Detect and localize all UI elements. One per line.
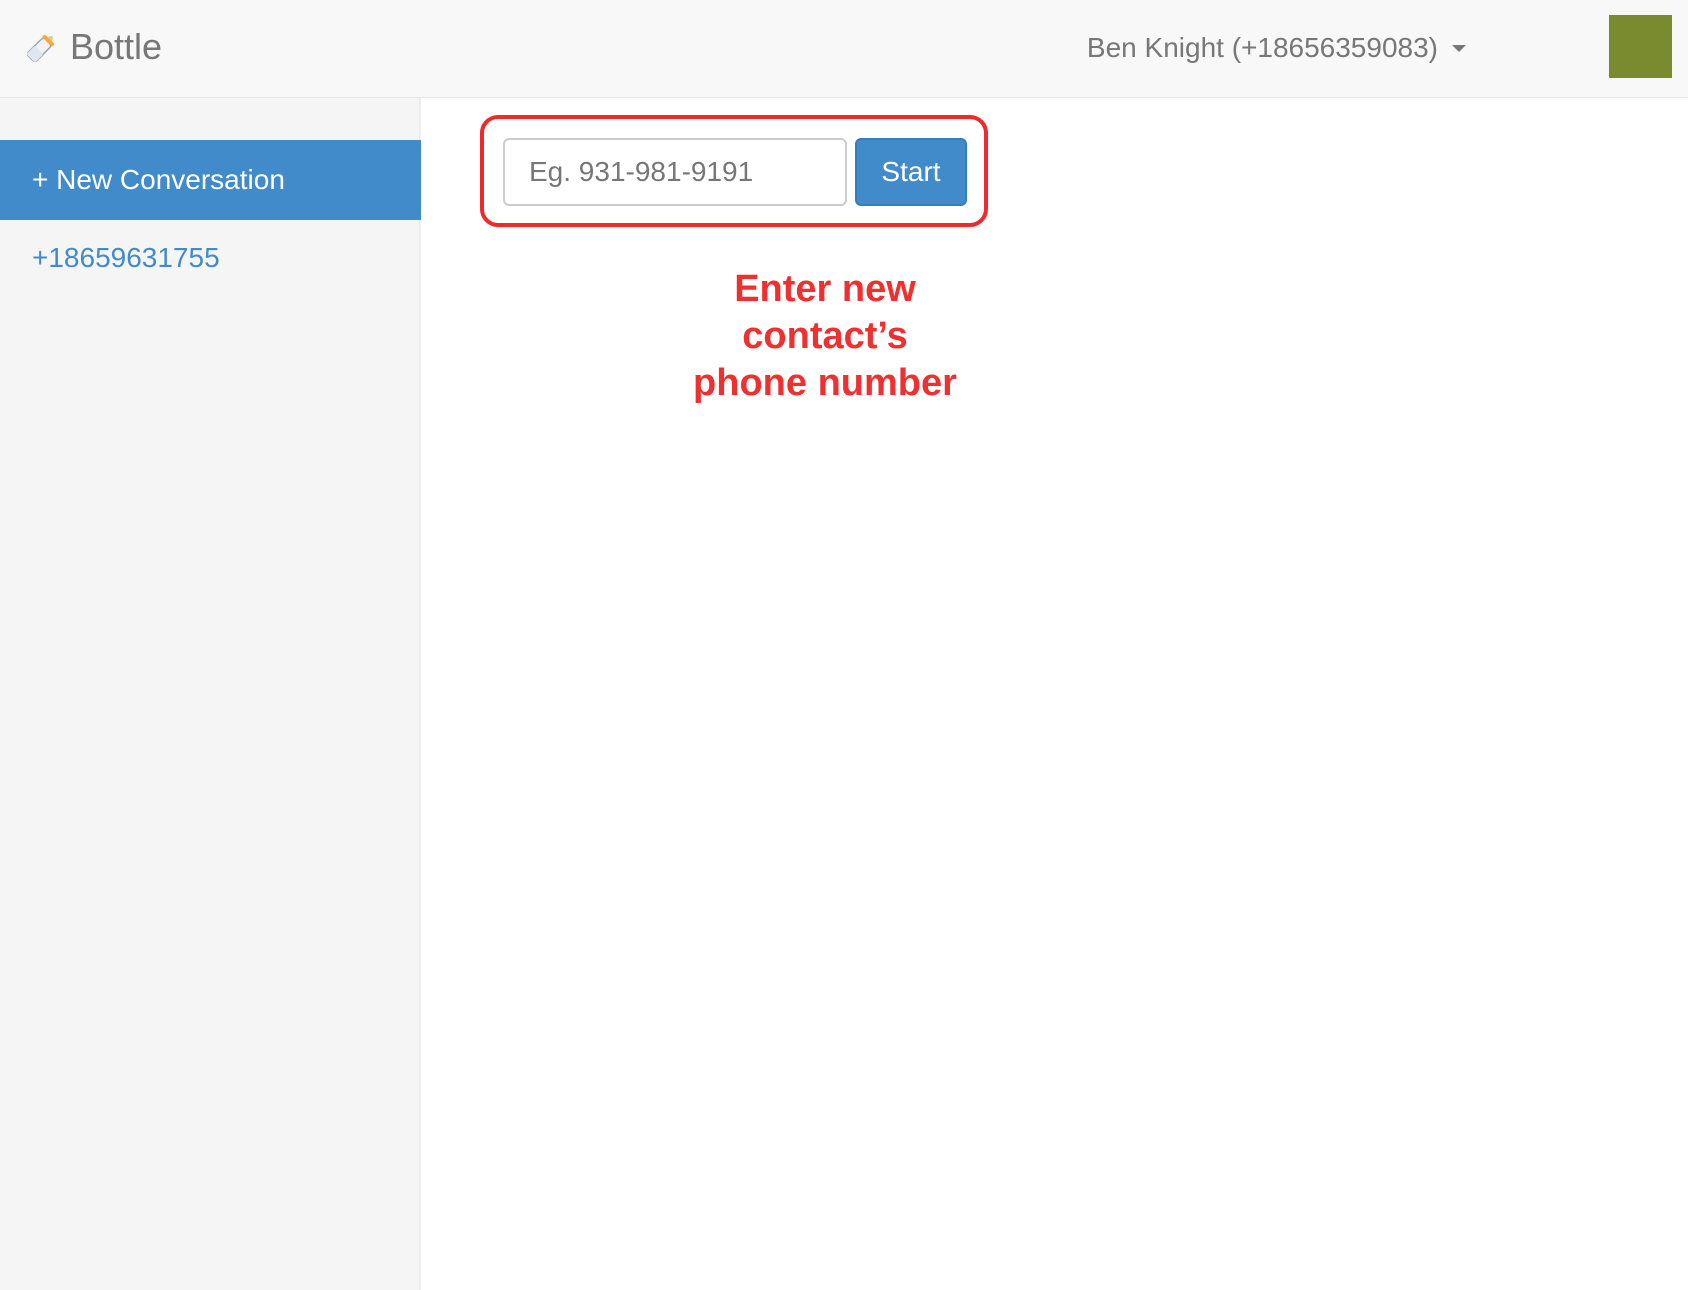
chevron-down-icon	[1452, 44, 1466, 52]
brand-name: Bottle	[70, 26, 163, 67]
top-navbar: Bottle Ben Knight (+18656359083)	[0, 0, 1688, 98]
annotation-text: Enter new contact’s phone number	[640, 266, 1010, 407]
brand-link[interactable]: Bottle	[22, 22, 162, 72]
annotation-line-3: phone number	[693, 362, 957, 404]
new-conversation-button[interactable]: + New Conversation	[0, 140, 421, 220]
annotation-line-2: contact’s	[742, 315, 908, 357]
phone-number-input[interactable]	[503, 138, 847, 206]
user-dropdown[interactable]: Ben Knight (+18656359083)	[1087, 28, 1466, 68]
baby-bottle-icon	[22, 27, 62, 67]
sidebar: + New Conversation +18659631755	[0, 98, 421, 1290]
start-button[interactable]: Start	[855, 138, 967, 206]
avatar[interactable]	[1609, 15, 1672, 78]
sidebar-item-contact[interactable]: +18659631755	[32, 242, 220, 274]
annotation-line-1: Enter new	[734, 268, 916, 310]
user-name-label: Ben Knight (+18656359083)	[1086, 32, 1438, 63]
